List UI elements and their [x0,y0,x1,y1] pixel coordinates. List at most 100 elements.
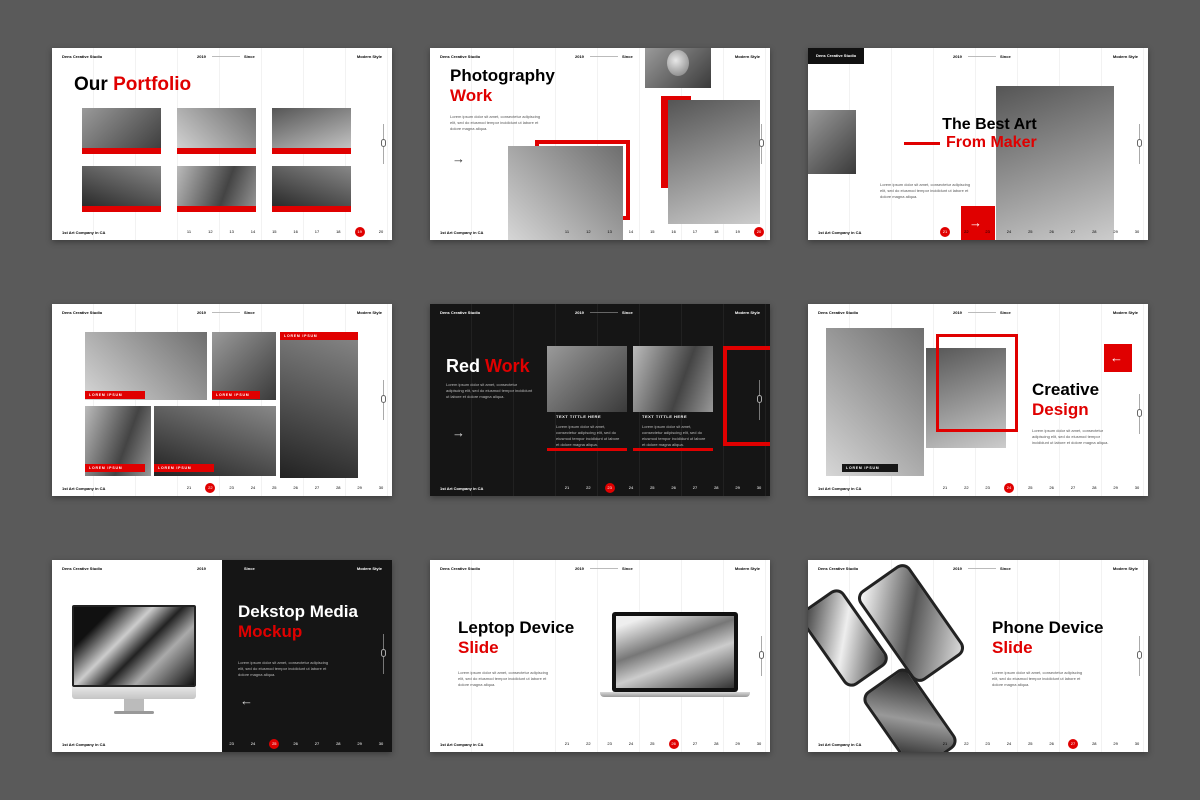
page-number[interactable]: 17 [312,227,322,237]
page-number[interactable]: 28 [1089,739,1099,749]
page-number[interactable]: 11 [184,227,194,237]
page-nav[interactable]: 21 22 23 24 25 26 27 28 29 30 [940,483,1142,493]
page-number[interactable]: 25 [269,483,279,493]
page-number[interactable]: 19 [733,227,743,237]
page-number[interactable]: 12 [583,227,593,237]
page-number[interactable]: 21 [562,483,572,493]
page-number[interactable]: 24 [1004,227,1014,237]
page-number[interactable]: 25 [1025,227,1035,237]
page-number[interactable]: 30 [754,483,764,493]
page-number[interactable]: 30 [754,739,764,749]
page-number[interactable]: 28 [1089,227,1099,237]
page-number[interactable]: 23 [983,483,993,493]
page-number[interactable]: 26 [1047,739,1057,749]
page-number[interactable]: 24 [626,739,636,749]
page-number[interactable]: 29 [733,483,743,493]
page-number[interactable]: 22 [961,227,971,237]
page-number[interactable]: 29 [1111,227,1121,237]
page-number[interactable]: 12 [205,227,215,237]
scroll-indicator[interactable] [381,634,386,674]
page-number[interactable]: 23 [227,739,237,749]
slide-creative-design[interactable]: Dens Creative Studio 2019 Since Modern Styl… [808,304,1148,496]
page-number[interactable]: 19 [354,227,365,237]
page-number[interactable]: 22 [961,739,971,749]
page-nav[interactable]: 21 22 23 24 25 26 27 28 29 30 [562,739,764,749]
scroll-indicator[interactable] [381,380,386,420]
page-number[interactable]: 25 [269,739,280,749]
page-number[interactable]: 28 [711,483,721,493]
arrow-right-icon[interactable]: → [452,152,465,165]
page-number[interactable]: 20 [376,227,386,237]
page-number[interactable]: 15 [269,227,279,237]
page-number[interactable]: 23 [983,227,993,237]
page-number[interactable]: 16 [291,227,301,237]
page-number[interactable]: 23 [983,739,993,749]
page-nav[interactable]: 21 22 23 24 25 26 27 28 29 30 [940,739,1142,749]
scroll-indicator[interactable] [759,124,764,164]
page-number[interactable]: 30 [1132,483,1142,493]
slide-our-portfolio[interactable]: Dens Creative Studio 2019 Since Modern Styl… [52,48,392,240]
scroll-indicator[interactable] [381,124,386,164]
page-number[interactable]: 26 [668,739,679,749]
arrow-left-icon[interactable]: ← [240,694,253,707]
page-number[interactable]: 29 [733,739,743,749]
page-number[interactable]: 28 [333,483,343,493]
page-number[interactable]: 30 [376,483,386,493]
scroll-indicator[interactable] [1137,394,1142,434]
slide-phone-device[interactable]: Dens Creative Studio 2019 Since Modern Styl… [808,560,1148,752]
page-number[interactable]: 21 [940,739,950,749]
page-number[interactable]: 29 [355,739,365,749]
page-number[interactable]: 24 [1003,483,1014,493]
page-number[interactable]: 27 [312,739,322,749]
page-nav[interactable]: 21 22 23 24 25 26 27 28 29 30 [562,483,764,493]
page-nav[interactable]: 21 22 23 24 25 26 27 28 29 30 [184,483,386,493]
page-number[interactable]: 29 [1111,739,1121,749]
page-number[interactable]: 23 [605,739,615,749]
page-nav[interactable]: 11 12 13 14 15 16 17 18 19 20 [562,227,764,237]
scroll-indicator[interactable] [1137,124,1142,164]
scroll-indicator[interactable] [1137,636,1142,676]
page-number[interactable]: 27 [690,483,700,493]
page-number[interactable]: 21 [562,739,572,749]
page-number[interactable]: 25 [1025,483,1035,493]
page-number[interactable]: 21 [940,227,950,237]
page-number[interactable]: 23 [227,483,237,493]
page-number[interactable]: 24 [248,739,258,749]
page-number[interactable]: 18 [711,227,721,237]
page-number[interactable]: 30 [1132,739,1142,749]
page-number[interactable]: 26 [291,739,301,749]
page-number[interactable]: 27 [312,483,322,493]
page-number[interactable]: 24 [248,483,258,493]
page-number[interactable]: 22 [583,739,593,749]
slide-laptop-device[interactable]: Dens Creative Studio 2019 Since Modern Styl… [430,560,770,752]
page-number[interactable]: 27 [690,739,700,749]
page-number[interactable]: 18 [333,227,343,237]
page-number[interactable]: 15 [647,227,657,237]
page-number[interactable]: 28 [1089,483,1099,493]
page-nav[interactable]: 21 22 23 24 25 26 27 28 29 30 [940,227,1142,237]
back-arrow-button[interactable]: ← [1104,344,1132,372]
page-number[interactable]: 14 [248,227,258,237]
page-number[interactable]: 24 [1004,739,1014,749]
page-number[interactable]: 27 [1068,483,1078,493]
page-number[interactable]: 22 [205,739,215,749]
page-number[interactable]: 11 [562,227,572,237]
page-number[interactable]: 22 [583,483,593,493]
page-number[interactable]: 16 [669,227,679,237]
scroll-indicator[interactable] [759,636,764,676]
page-number[interactable]: 23 [604,483,615,493]
page-number[interactable]: 28 [711,739,721,749]
page-number[interactable]: 21 [184,739,194,749]
page-number[interactable]: 29 [1111,483,1121,493]
page-number[interactable]: 14 [626,227,636,237]
page-number[interactable]: 13 [605,227,615,237]
page-number[interactable]: 25 [647,739,657,749]
page-nav[interactable]: 11 12 13 14 15 16 17 18 19 20 [184,227,386,237]
arrow-right-icon[interactable]: → [452,426,465,439]
page-number[interactable]: 27 [1067,739,1078,749]
page-number[interactable]: 27 [1068,227,1078,237]
page-number[interactable]: 21 [184,483,194,493]
page-number[interactable]: 13 [227,227,237,237]
slide-best-art[interactable]: Dens Creative Studio 2019 Since Modern Styl… [808,48,1148,240]
page-number[interactable]: 26 [1047,227,1057,237]
